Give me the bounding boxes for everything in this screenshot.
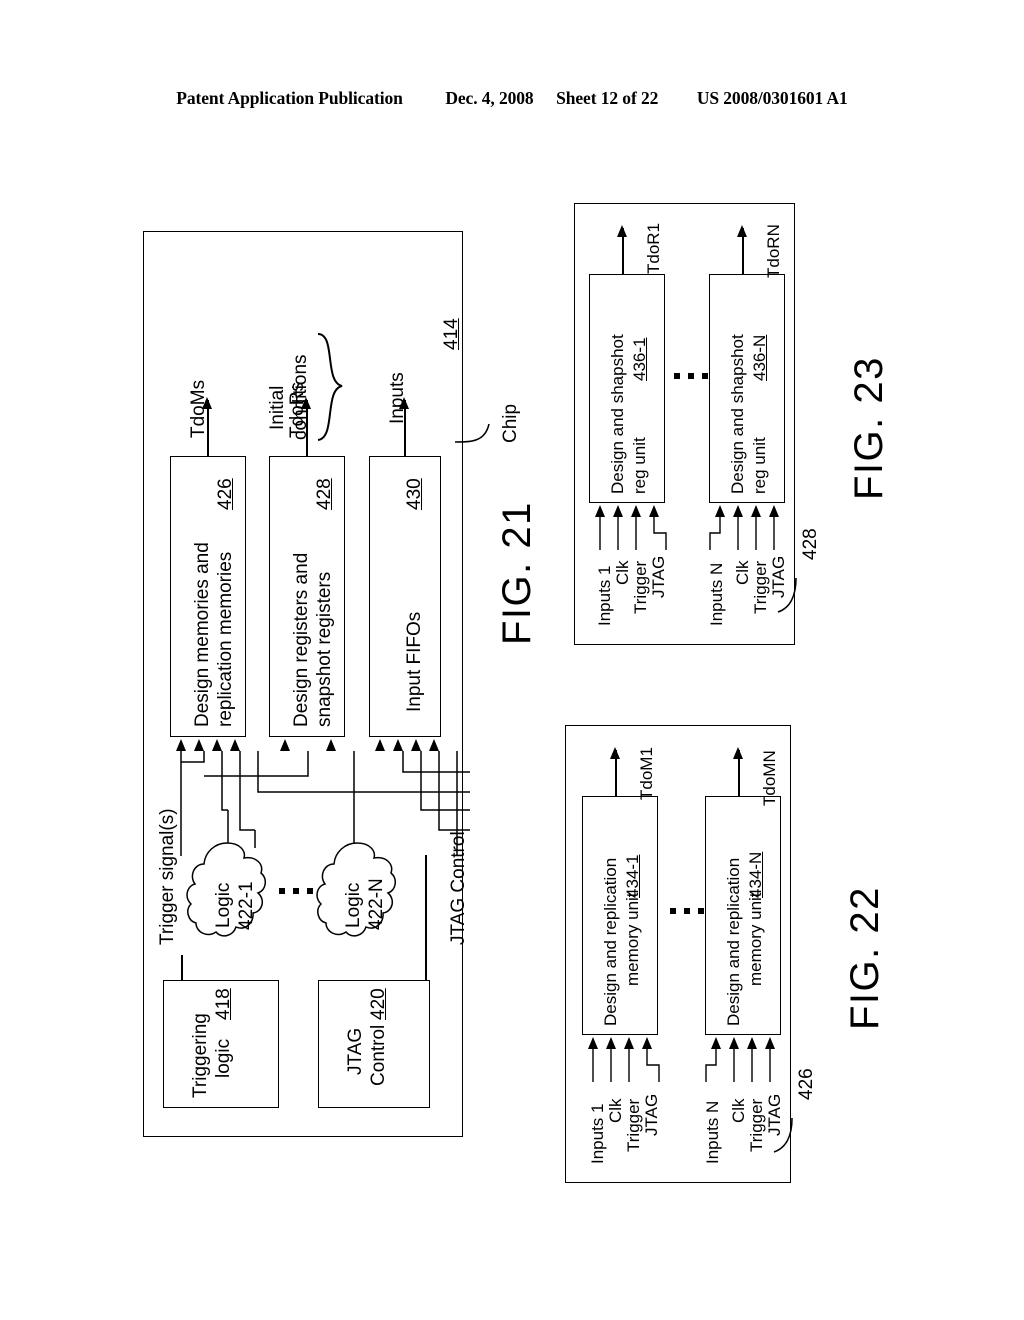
fig23-unitn-line1: Design and shapshot bbox=[728, 334, 747, 494]
fig23-unitn-input-label: Clk bbox=[733, 560, 752, 585]
fig22-unitn-input-wires bbox=[705, 1049, 771, 1082]
fig23-unit1-output-label: TdoR1 bbox=[644, 222, 663, 274]
fig21-cloudn-line2: 422-N bbox=[366, 878, 387, 930]
fig21-cloud1-line1: Logic bbox=[213, 882, 234, 928]
header-date: Dec. 4, 2008 bbox=[445, 88, 534, 108]
fig23-unit1-line2: reg unit bbox=[630, 437, 649, 494]
fig23-unitn-output-label: TdoRN bbox=[764, 224, 783, 278]
fig22-unit1-input-label: Clk bbox=[606, 1098, 625, 1123]
fig21-box2-line2: snapshot registers bbox=[314, 571, 335, 727]
fig22-unit1-output-label: TdoM1 bbox=[637, 747, 656, 800]
fig22-unitn-line2: memory unit bbox=[746, 892, 765, 986]
fig21-chip-leader-line bbox=[454, 423, 490, 443]
fig22-title: FIG. 22 bbox=[843, 886, 887, 1030]
fig21-brace-label-line1: Initial bbox=[267, 385, 288, 430]
fig21-title: FIG. 21 bbox=[495, 501, 539, 645]
fig21-jtag-control-wire bbox=[425, 855, 427, 981]
fig22-unitn-input-label: JTAG bbox=[765, 1093, 784, 1136]
fig21-jtag-control-line1: JTAG bbox=[345, 1027, 366, 1075]
header-publication-text: Patent Application Publication bbox=[176, 88, 403, 108]
fig21-box2-line1: Design registers and bbox=[291, 552, 312, 727]
fig21-frame-ref: 414 bbox=[441, 318, 462, 350]
fig21-box2-ref: 428 bbox=[314, 478, 335, 510]
fig21-logic-cloud-n: Logic 422-N bbox=[316, 840, 398, 942]
fig22-unit1-input-label: Inputs 1 bbox=[588, 1103, 607, 1165]
fig22-unitn-input-label: Trigger bbox=[747, 1098, 766, 1152]
fig21-ellipsis-dot bbox=[279, 888, 285, 894]
fig22-unitn-input-label: Inputs N bbox=[703, 1100, 722, 1164]
fig22-unit1-input-wires bbox=[592, 1049, 660, 1082]
fig21-box3-line1: Input FIFOs bbox=[404, 611, 425, 712]
fig22-unit1-input-label: JTAG bbox=[642, 1093, 661, 1136]
fig23-unitn-input-wires bbox=[709, 517, 775, 550]
fig23-unitn-input-label: Trigger bbox=[751, 560, 770, 614]
fig21-triggering-logic-ref: 418 bbox=[213, 988, 234, 1020]
fig22-unit1-line2: memory unit bbox=[623, 892, 642, 986]
fig22-unitn-input-label: Clk bbox=[729, 1098, 748, 1123]
fig22-unitn-line1: Design and replication bbox=[724, 857, 743, 1026]
fig21-cloudn-line1: Logic bbox=[343, 882, 364, 928]
fig21-output-label-inputs: Inputs bbox=[387, 372, 408, 424]
fig21-logic-cloud-1: Logic 422-1 bbox=[186, 840, 268, 942]
fig23-unit1-input-label: JTAG bbox=[649, 555, 668, 598]
fig23-unit1-input-label: Trigger bbox=[631, 560, 650, 614]
fig23-unitn-ref: 436-N bbox=[750, 334, 769, 381]
fig23-unit1-line1: Design and shapshot bbox=[608, 334, 627, 494]
fig21-ellipsis-dot bbox=[307, 888, 313, 894]
fig23-unit1-output-arrowhead bbox=[617, 225, 627, 237]
fig22-unit1-line1: Design and replication bbox=[601, 857, 620, 1026]
header-patent-number: US 2008/0301601 A1 bbox=[696, 88, 848, 108]
fig23-unitn-output-arrowhead bbox=[737, 225, 747, 237]
fig22-frame-ref: 426 bbox=[796, 1068, 817, 1100]
fig21-jtag-control-ref: 420 bbox=[368, 988, 389, 1020]
fig22-ellipsis-dot bbox=[670, 908, 676, 914]
publication-header: Patent Application Publication Dec. 4, 2… bbox=[0, 88, 1024, 109]
fig21-jtag-control-line2: Control bbox=[368, 1024, 389, 1086]
fig21-ellipsis-dot bbox=[293, 888, 299, 894]
fig22-unit1-output-arrowhead bbox=[610, 747, 620, 759]
fig22-ellipsis-dot bbox=[684, 908, 690, 914]
fig23-unitn-input-label: Inputs N bbox=[707, 562, 726, 626]
fig23-ellipsis-dot bbox=[702, 373, 708, 379]
fig21-cloud1-line2: 422-1 bbox=[236, 881, 257, 930]
fig23-unit1-input-label: Inputs 1 bbox=[595, 565, 614, 627]
fig23-unitn-line2: reg unit bbox=[750, 437, 769, 494]
fig23-unitn-input-label: JTAG bbox=[769, 555, 788, 598]
fig22-unit1-input-label: Trigger bbox=[624, 1098, 643, 1152]
fig23-unit1-ref: 436-1 bbox=[630, 337, 649, 381]
fig23-unit1-input-label: Clk bbox=[613, 560, 632, 585]
fig21-box1-line1: Design memories and bbox=[192, 542, 213, 727]
fig23-frame-ref: 428 bbox=[800, 528, 821, 560]
fig23-ellipsis-dot bbox=[674, 373, 680, 379]
fig23-title: FIG. 23 bbox=[847, 356, 891, 500]
fig21-output-label-tdors: TdoRs bbox=[287, 382, 308, 438]
fig21-box1-ref: 426 bbox=[215, 478, 236, 510]
fig22-unitn-output-arrowhead bbox=[733, 747, 743, 759]
fig21-output-label-tdoms: TdoMs bbox=[188, 379, 209, 438]
header-sheet-number: Sheet 12 of 22 bbox=[556, 88, 659, 108]
fig22-unit1-ref: 434-1 bbox=[623, 854, 642, 898]
fig21-box1-line2: replication memories bbox=[215, 551, 236, 727]
fig22-unitn-output-label: TdoMN bbox=[760, 750, 779, 806]
patent-drawing-sheet: Patent Application Publication Dec. 4, 2… bbox=[0, 0, 1024, 1320]
fig22-unitn-ref: 434-N bbox=[746, 851, 765, 898]
fig22-ellipsis-dot bbox=[698, 908, 704, 914]
fig21-box3-ref: 430 bbox=[404, 478, 425, 510]
fig21-triggering-logic-line1: Triggering bbox=[190, 1013, 211, 1098]
fig21-triggering-logic-line2: logic bbox=[213, 1038, 234, 1078]
fig21-initial-conditions-brace bbox=[317, 333, 343, 441]
fig21-triggering-logic-wire bbox=[181, 955, 183, 981]
fig23-ellipsis-dot bbox=[688, 373, 694, 379]
fig23-unit1-input-wires bbox=[599, 517, 667, 550]
